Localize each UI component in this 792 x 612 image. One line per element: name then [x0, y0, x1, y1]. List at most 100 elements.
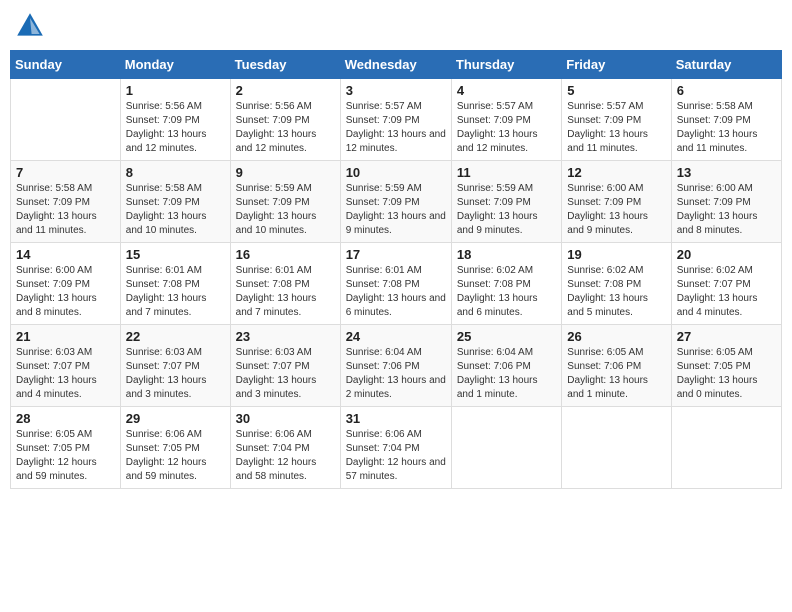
- day-number: 10: [346, 165, 446, 180]
- calendar-cell: [11, 79, 121, 161]
- calendar-cell: 27Sunrise: 6:05 AMSunset: 7:05 PMDayligh…: [671, 325, 781, 407]
- day-info: Sunrise: 6:02 AMSunset: 7:08 PMDaylight:…: [457, 264, 556, 320]
- day-info: Sunrise: 6:05 AMSunset: 7:05 PMDaylight:…: [677, 346, 776, 402]
- day-number: 8: [126, 165, 225, 180]
- calendar-cell: 16Sunrise: 6:01 AMSunset: 7:08 PMDayligh…: [230, 243, 340, 325]
- day-number: 14: [16, 247, 115, 262]
- weekday-header-wednesday: Wednesday: [340, 51, 451, 79]
- day-info: Sunrise: 6:05 AMSunset: 7:06 PMDaylight:…: [567, 346, 665, 402]
- calendar-cell: 17 Sunrise: 6:01 AMSunset: 7:08 PMDayligh…: [340, 243, 451, 325]
- day-info: Sunrise: 6:00 AMSunset: 7:09 PMDaylight:…: [16, 264, 115, 320]
- calendar-cell: 12Sunrise: 6:00 AMSunset: 7:09 PMDayligh…: [562, 161, 671, 243]
- weekday-header-thursday: Thursday: [451, 51, 561, 79]
- day-info: Sunrise: 6:04 AMSunset: 7:06 PMDaylight:…: [457, 346, 556, 402]
- day-number: 26: [567, 329, 665, 344]
- calendar-cell: 31 Sunrise: 6:06 AMSunset: 7:04 PMDayligh…: [340, 407, 451, 489]
- calendar-cell: 5 Sunrise: 5:57 AMSunset: 7:09 PMDaylight…: [562, 79, 671, 161]
- calendar-week-3: 14 Sunrise: 6:00 AMSunset: 7:09 PMDayligh…: [11, 243, 782, 325]
- day-number: 6: [677, 83, 776, 98]
- calendar-cell: 25 Sunrise: 6:04 AMSunset: 7:06 PMDayligh…: [451, 325, 561, 407]
- day-info: Sunrise: 5:59 AMSunset: 7:09 PMDaylight:…: [457, 182, 556, 238]
- weekday-header-friday: Friday: [562, 51, 671, 79]
- calendar-cell: [562, 407, 671, 489]
- day-number: 11: [457, 165, 556, 180]
- weekday-header-monday: Monday: [120, 51, 230, 79]
- day-info: Sunrise: 5:59 AMSunset: 7:09 PMDaylight:…: [236, 182, 335, 238]
- calendar-cell: 15 Sunrise: 6:01 AMSunset: 7:08 PMDayligh…: [120, 243, 230, 325]
- day-number: 9: [236, 165, 335, 180]
- day-info: Sunrise: 6:01 AMSunset: 7:08 PMDaylight:…: [126, 264, 225, 320]
- day-number: 29: [126, 411, 225, 426]
- weekday-header-saturday: Saturday: [671, 51, 781, 79]
- day-info: Sunrise: 5:58 AMSunset: 7:09 PMDaylight:…: [126, 182, 225, 238]
- calendar-cell: 23Sunrise: 6:03 AMSunset: 7:07 PMDayligh…: [230, 325, 340, 407]
- day-info: Sunrise: 6:03 AMSunset: 7:07 PMDaylight:…: [126, 346, 225, 402]
- calendar-cell: 2 Sunrise: 5:56 AMSunset: 7:09 PMDaylight…: [230, 79, 340, 161]
- day-info: Sunrise: 5:58 AMSunset: 7:09 PMDaylight:…: [677, 100, 776, 156]
- day-info: Sunrise: 6:03 AMSunset: 7:07 PMDaylight:…: [16, 346, 115, 402]
- calendar-cell: 30Sunrise: 6:06 AMSunset: 7:04 PMDayligh…: [230, 407, 340, 489]
- day-number: 28: [16, 411, 115, 426]
- day-info: Sunrise: 5:59 AMSunset: 7:09 PMDaylight:…: [346, 182, 446, 238]
- day-number: 22: [126, 329, 225, 344]
- day-info: Sunrise: 6:06 AMSunset: 7:04 PMDaylight:…: [236, 428, 335, 484]
- day-info: Sunrise: 5:57 AMSunset: 7:09 PMDaylight:…: [346, 100, 446, 156]
- day-info: Sunrise: 6:03 AMSunset: 7:07 PMDaylight:…: [236, 346, 335, 402]
- calendar-cell: 10 Sunrise: 5:59 AMSunset: 7:09 PMDayligh…: [340, 161, 451, 243]
- calendar-table: SundayMondayTuesdayWednesdayThursdayFrid…: [10, 50, 782, 489]
- day-info: Sunrise: 6:02 AMSunset: 7:07 PMDaylight:…: [677, 264, 776, 320]
- day-info: Sunrise: 5:56 AMSunset: 7:09 PMDaylight:…: [126, 100, 225, 156]
- day-number: 1: [126, 83, 225, 98]
- day-number: 15: [126, 247, 225, 262]
- calendar-cell: 18 Sunrise: 6:02 AMSunset: 7:08 PMDayligh…: [451, 243, 561, 325]
- day-number: 20: [677, 247, 776, 262]
- day-info: Sunrise: 6:01 AMSunset: 7:08 PMDaylight:…: [346, 264, 446, 320]
- calendar-week-2: 7 Sunrise: 5:58 AMSunset: 7:09 PMDaylight…: [11, 161, 782, 243]
- day-info: Sunrise: 5:57 AMSunset: 7:09 PMDaylight:…: [457, 100, 556, 156]
- calendar-cell: 1 Sunrise: 5:56 AMSunset: 7:09 PMDaylight…: [120, 79, 230, 161]
- day-number: 17: [346, 247, 446, 262]
- day-info: Sunrise: 6:00 AMSunset: 7:09 PMDaylight:…: [567, 182, 665, 238]
- calendar-cell: 14 Sunrise: 6:00 AMSunset: 7:09 PMDayligh…: [11, 243, 121, 325]
- calendar-cell: 29 Sunrise: 6:06 AMSunset: 7:05 PMDayligh…: [120, 407, 230, 489]
- calendar-cell: 19Sunrise: 6:02 AMSunset: 7:08 PMDayligh…: [562, 243, 671, 325]
- calendar-cell: 11 Sunrise: 5:59 AMSunset: 7:09 PMDayligh…: [451, 161, 561, 243]
- day-number: 25: [457, 329, 556, 344]
- calendar-cell: 6 Sunrise: 5:58 AMSunset: 7:09 PMDaylight…: [671, 79, 781, 161]
- calendar-week-1: 1 Sunrise: 5:56 AMSunset: 7:09 PMDaylight…: [11, 79, 782, 161]
- calendar-cell: [671, 407, 781, 489]
- day-number: 31: [346, 411, 446, 426]
- day-number: 24: [346, 329, 446, 344]
- day-number: 21: [16, 329, 115, 344]
- calendar-week-4: 21 Sunrise: 6:03 AMSunset: 7:07 PMDayligh…: [11, 325, 782, 407]
- day-info: Sunrise: 6:06 AMSunset: 7:05 PMDaylight:…: [126, 428, 225, 484]
- calendar-cell: 7Sunrise: 5:58 AMSunset: 7:09 PMDaylight…: [11, 161, 121, 243]
- day-number: 4: [457, 83, 556, 98]
- calendar-cell: 22 Sunrise: 6:03 AMSunset: 7:07 PMDayligh…: [120, 325, 230, 407]
- calendar-cell: 13 Sunrise: 6:00 AMSunset: 7:09 PMDayligh…: [671, 161, 781, 243]
- calendar-cell: 21 Sunrise: 6:03 AMSunset: 7:07 PMDayligh…: [11, 325, 121, 407]
- day-number: 7: [16, 165, 115, 180]
- calendar-cell: 26 Sunrise: 6:05 AMSunset: 7:06 PMDayligh…: [562, 325, 671, 407]
- day-number: 18: [457, 247, 556, 262]
- weekday-header-tuesday: Tuesday: [230, 51, 340, 79]
- weekday-header-row: SundayMondayTuesdayWednesdayThursdayFrid…: [11, 51, 782, 79]
- calendar-cell: [451, 407, 561, 489]
- day-info: Sunrise: 5:57 AMSunset: 7:09 PMDaylight:…: [567, 100, 665, 156]
- calendar-week-5: 28 Sunrise: 6:05 AMSunset: 7:05 PMDayligh…: [11, 407, 782, 489]
- day-info: Sunrise: 5:56 AMSunset: 7:09 PMDaylight:…: [236, 100, 335, 156]
- day-number: 5: [567, 83, 665, 98]
- calendar-cell: 24 Sunrise: 6:04 AMSunset: 7:06 PMDayligh…: [340, 325, 451, 407]
- day-number: 13: [677, 165, 776, 180]
- day-number: 19: [567, 247, 665, 262]
- day-number: 16: [236, 247, 335, 262]
- page-header: [10, 10, 782, 42]
- day-info: Sunrise: 6:05 AMSunset: 7:05 PMDaylight:…: [16, 428, 115, 484]
- logo-icon: [14, 10, 46, 42]
- day-info: Sunrise: 6:06 AMSunset: 7:04 PMDaylight:…: [346, 428, 446, 484]
- day-number: 2: [236, 83, 335, 98]
- calendar-cell: 20 Sunrise: 6:02 AMSunset: 7:07 PMDayligh…: [671, 243, 781, 325]
- day-info: Sunrise: 6:04 AMSunset: 7:06 PMDaylight:…: [346, 346, 446, 402]
- day-info: Sunrise: 6:00 AMSunset: 7:09 PMDaylight:…: [677, 182, 776, 238]
- calendar-cell: 28 Sunrise: 6:05 AMSunset: 7:05 PMDayligh…: [11, 407, 121, 489]
